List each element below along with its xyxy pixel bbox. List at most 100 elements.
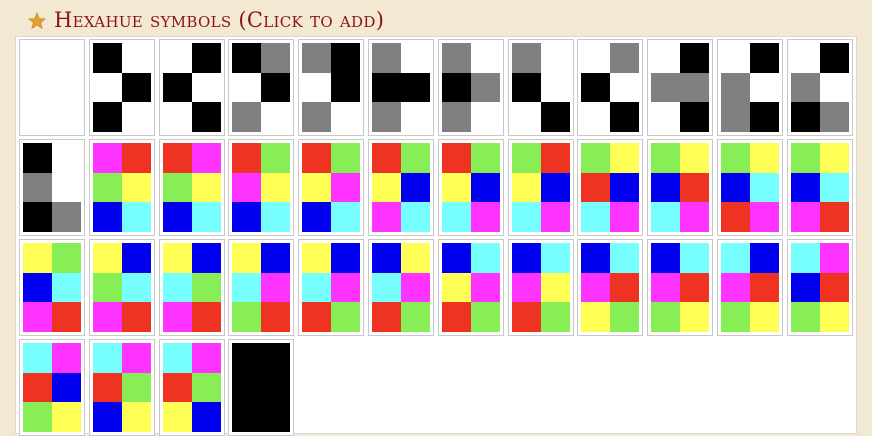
symbol-tile-letter-y[interactable] [88,339,155,436]
symbol-cell [610,102,640,133]
symbol-cell [232,372,262,403]
symbol-cell [401,302,430,333]
symbol-tile-letter-a[interactable] [88,139,155,236]
symbol-cell [331,172,361,203]
symbol-tile-digit-0[interactable] [228,39,295,136]
symbol-cell [651,102,681,133]
symbol-cell [52,402,81,433]
symbol-cell [581,102,611,133]
symbol-cell [750,43,779,73]
symbol-cell [261,343,291,373]
symbol-tile-letter-h[interactable] [577,139,644,236]
symbol-cell [302,43,332,73]
symbol-grid [15,36,857,436]
symbol-tile-letter-e[interactable] [368,139,434,236]
symbol-cell [23,402,52,433]
symbol-cell [610,143,640,173]
symbol-cell [819,143,849,173]
symbol-tile-letter-o[interactable] [228,239,295,336]
symbol-tile-space[interactable] [19,39,85,136]
symbol-cell [540,143,570,173]
symbol-tile-letter-d[interactable] [298,139,365,236]
symbol-cell [721,43,750,73]
symbol-cell [680,102,710,133]
symbol-tile-digit-8[interactable] [786,39,853,136]
symbol-tile-letter-k[interactable] [786,139,853,236]
symbol-tile-letter-z[interactable] [158,339,225,436]
symbol-cell [790,243,820,273]
symbol-cell [162,372,192,403]
symbol-cell [790,72,820,103]
symbol-cell [511,202,541,233]
symbol-tile-digit-4[interactable] [507,39,574,136]
symbol-cell [121,402,151,433]
symbol-cell [232,172,262,203]
symbol-cell [232,402,262,433]
symbol-cell [750,272,779,303]
symbol-tile-digit-5[interactable] [577,39,644,136]
symbol-tile-digit-3[interactable] [437,39,504,136]
symbol-cell [372,72,401,103]
symbol-cell [790,202,820,233]
symbol-cell [92,343,122,373]
symbol-tile-letter-i[interactable] [647,139,714,236]
symbol-cell [511,43,541,73]
symbol-cell [651,43,681,73]
symbol-tile-letter-s[interactable] [507,239,574,336]
symbol-cell [191,143,221,173]
symbol-cell [92,43,122,73]
symbol-cell [470,243,500,273]
symbol-cell [721,272,750,303]
symbol-cell [302,243,332,273]
symbol-cell [511,272,541,303]
symbol-tile-letter-p[interactable] [298,239,365,336]
symbol-cell [401,143,430,173]
symbol-tile-full-stop-block[interactable] [228,339,295,436]
symbol-tile-letter-c[interactable] [228,139,295,236]
symbol-cell [232,72,262,103]
symbol-tile-letter-v[interactable] [717,239,783,336]
symbol-tile-letter-m[interactable] [88,239,155,336]
symbol-cell [331,302,361,333]
symbol-cell [721,172,750,203]
symbol-tile-digit-6[interactable] [647,39,714,136]
symbol-cell [121,243,151,273]
symbol-tile-letter-r[interactable] [437,239,504,336]
symbol-cell [261,143,291,173]
symbol-cell [92,372,122,403]
symbol-tile-comma[interactable] [158,39,225,136]
symbol-tile-digit-7[interactable] [717,39,783,136]
symbol-tile-letter-n[interactable] [158,239,225,336]
symbol-cell [401,202,430,233]
symbol-cell [52,43,81,73]
symbol-cell [401,43,430,73]
symbol-cell [52,143,81,173]
symbol-tile-letter-q[interactable] [368,239,434,336]
symbol-cell [331,202,361,233]
symbol-tile-digit-9[interactable] [19,139,85,236]
symbol-tile-digit-1[interactable] [298,39,365,136]
symbol-cell [470,102,500,133]
symbol-cell [470,272,500,303]
symbol-cell [610,43,640,73]
symbol-cell [540,72,570,103]
symbol-cell [470,143,500,173]
symbol-tile-letter-x[interactable] [19,339,85,436]
symbol-tile-digit-2[interactable] [368,39,434,136]
symbol-tile-letter-l[interactable] [19,239,85,336]
symbol-tile-letter-g[interactable] [507,139,574,236]
symbol-cell [23,172,52,203]
symbol-cell [511,102,541,133]
symbol-tile-period[interactable] [88,39,155,136]
symbol-tile-letter-f[interactable] [437,139,504,236]
symbol-cell [121,143,151,173]
symbol-tile-letter-w[interactable] [786,239,853,336]
symbol-tile-letter-t[interactable] [577,239,644,336]
symbol-tile-letter-u[interactable] [647,239,714,336]
symbol-cell [232,272,262,303]
symbol-cell [331,272,361,303]
symbol-cell [721,143,750,173]
symbol-cell [331,43,361,73]
symbol-tile-letter-b[interactable] [158,139,225,236]
symbol-tile-letter-j[interactable] [717,139,783,236]
